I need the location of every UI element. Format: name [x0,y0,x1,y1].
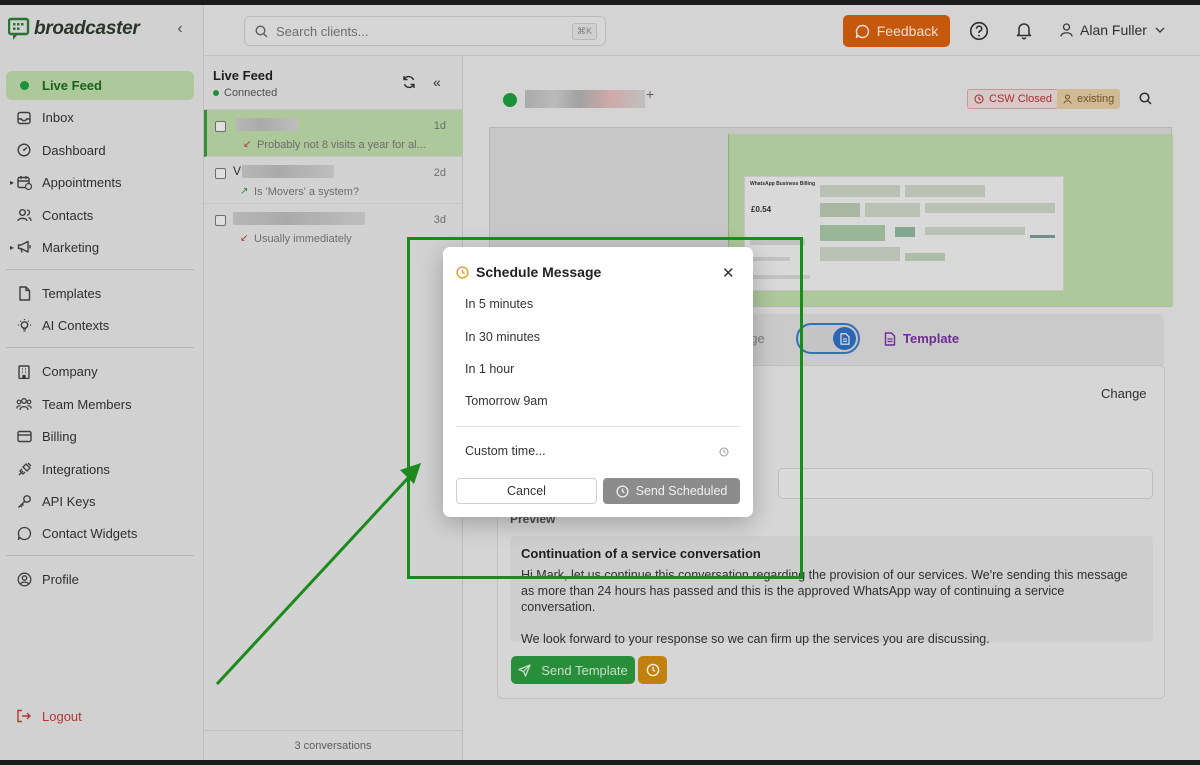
annotation-highlight-box [407,237,803,579]
screen-bottom-edge [0,760,1200,765]
